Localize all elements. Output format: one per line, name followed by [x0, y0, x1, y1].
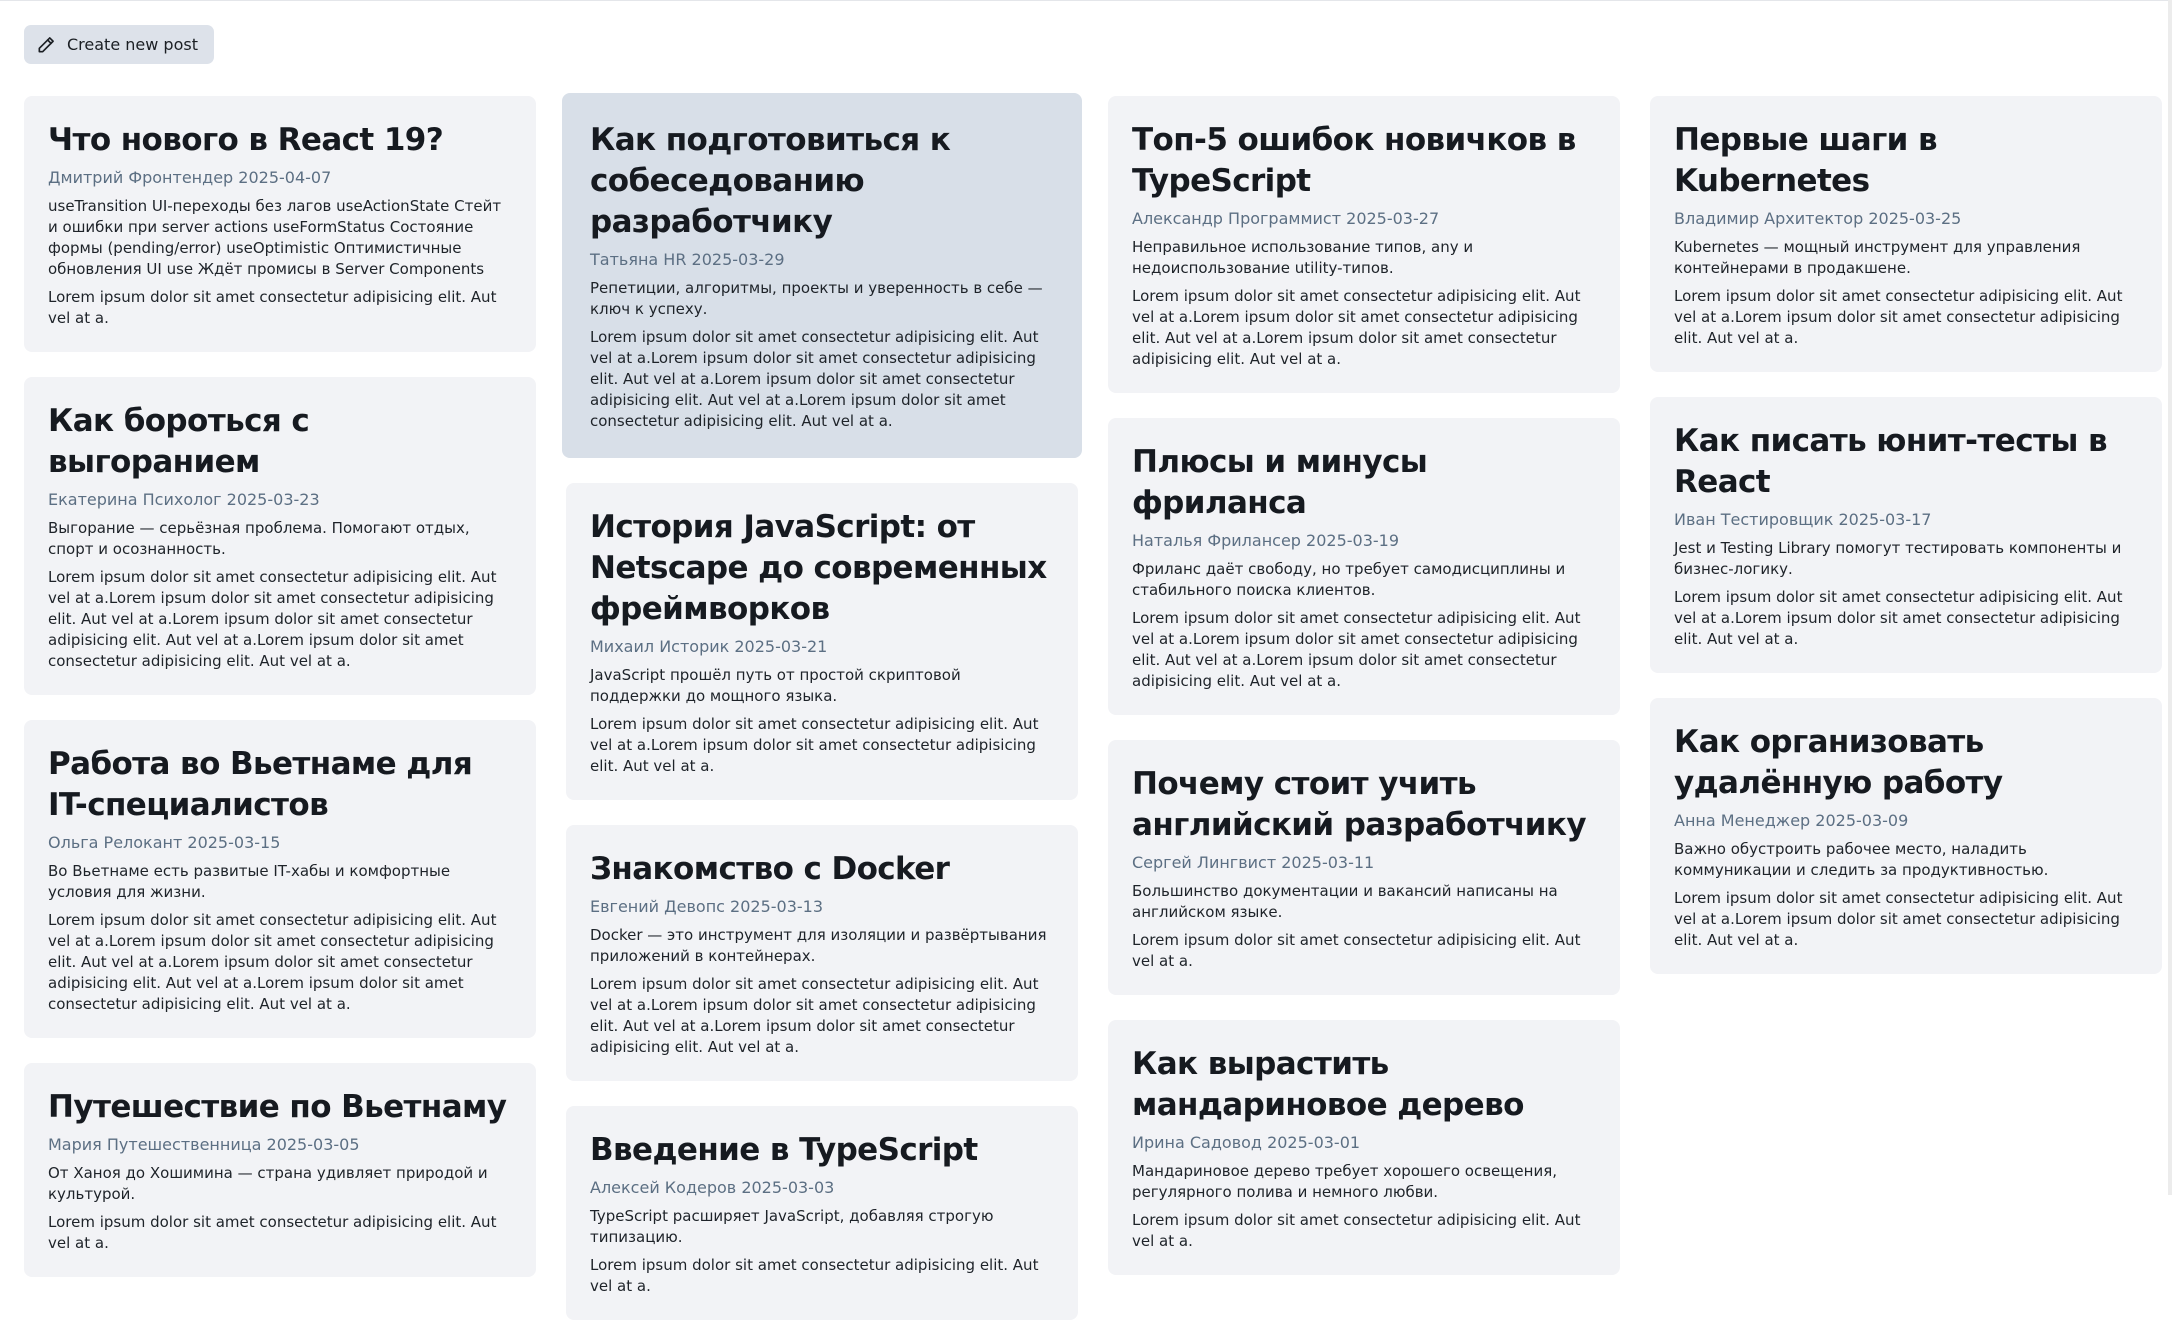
- post-title: История JavaScript: от Netscape до совре…: [590, 509, 1047, 627]
- post-card[interactable]: История JavaScript: от Netscape до совре…: [566, 483, 1078, 800]
- post-meta: Владимир Архитектор 2025-03-25: [1674, 209, 1962, 228]
- post-body: Lorem ipsum dolor sit amet consectetur a…: [48, 911, 497, 1013]
- post-summary: Docker — это инструмент для изоляции и р…: [590, 926, 1047, 965]
- posts-column: Что нового в React 19? Дмитрий Фронтенде…: [24, 96, 536, 1277]
- post-summary: От Ханоя до Хошимина — страна удивляет п…: [48, 1164, 488, 1203]
- post-card[interactable]: Первые шаги в Kubernetes Владимир Архите…: [1650, 96, 2162, 372]
- post-summary: Важно обустроить рабочее место, наладить…: [1674, 840, 2049, 879]
- post-summary: Большинство документации и вакансий напи…: [1132, 882, 1558, 921]
- post-title: Первые шаги в Kubernetes: [1674, 122, 1938, 199]
- post-title: Путешествие по Вьетнаму: [48, 1089, 507, 1125]
- post-card[interactable]: Плюсы и минусы фриланса Наталья Фрилансе…: [1108, 418, 1620, 715]
- post-title: Работа во Вьетнаме для IT-специалистов: [48, 746, 473, 823]
- post-body: Lorem ipsum dolor sit amet consectetur a…: [1132, 931, 1581, 970]
- posts-masonry: Что нового в React 19? Дмитрий Фронтенде…: [24, 93, 2162, 1320]
- post-summary: useTransition UI-переходы без лагов useA…: [48, 197, 502, 278]
- post-body: Lorem ipsum dolor sit amet consectetur a…: [1132, 609, 1581, 690]
- post-body: Lorem ipsum dolor sit amet consectetur a…: [1132, 287, 1581, 368]
- post-body: Lorem ipsum dolor sit amet consectetur a…: [590, 328, 1039, 430]
- post-title: Как подготовиться к собеседованию разраб…: [590, 122, 951, 240]
- post-meta: Ирина Садовод 2025-03-01: [1132, 1133, 1361, 1152]
- post-card[interactable]: Как организовать удалённую работу Анна М…: [1650, 698, 2162, 974]
- post-meta: Мария Путешественница 2025-03-05: [48, 1135, 360, 1154]
- post-card-hovered[interactable]: Как подготовиться к собеседованию разраб…: [562, 93, 1082, 458]
- post-meta: Алексей Кодеров 2025-03-03: [590, 1178, 835, 1197]
- post-meta: Сергей Лингвист 2025-03-11: [1132, 853, 1375, 872]
- post-body: Lorem ipsum dolor sit amet consectetur a…: [48, 1213, 497, 1252]
- post-summary: Мандариновое дерево требует хорошего осв…: [1132, 1162, 1557, 1201]
- post-body: Lorem ipsum dolor sit amet consectetur a…: [1674, 588, 2123, 648]
- vertical-scrollbar[interactable]: [2168, 0, 2172, 1195]
- post-title: Почему стоит учить английский разработчи…: [1132, 766, 1587, 843]
- create-post-label: Create new post: [67, 35, 198, 54]
- post-card[interactable]: Как писать юнит-тесты в React Иван Тести…: [1650, 397, 2162, 673]
- post-meta: Александр Программист 2025-03-27: [1132, 209, 1440, 228]
- post-card[interactable]: Как бороться с выгоранием Екатерина Псих…: [24, 377, 536, 695]
- post-summary: TypeScript расширяет JavaScript, добавля…: [590, 1207, 994, 1246]
- post-card[interactable]: Что нового в React 19? Дмитрий Фронтенде…: [24, 96, 536, 352]
- post-body: Lorem ipsum dolor sit amet consectetur a…: [1674, 889, 2123, 949]
- post-summary: Kubernetes — мощный инструмент для управ…: [1674, 238, 2081, 277]
- post-body: Lorem ipsum dolor sit amet consectetur a…: [590, 975, 1039, 1056]
- post-body: Lorem ipsum dolor sit amet consectetur a…: [48, 568, 497, 670]
- post-meta: Анна Менеджер 2025-03-09: [1674, 811, 1909, 830]
- post-meta: Екатерина Психолог 2025-03-23: [48, 490, 320, 509]
- top-divider: [0, 0, 2172, 1]
- post-meta: Ольга Релокант 2025-03-15: [48, 833, 281, 852]
- post-title: Как вырастить мандариновое дерево: [1132, 1046, 1524, 1123]
- post-body: Lorem ipsum dolor sit amet consectetur a…: [48, 288, 497, 327]
- post-title: Топ-5 ошибок новичков в TypeScript: [1132, 122, 1576, 199]
- post-title: Как бороться с выгоранием: [48, 403, 310, 480]
- post-summary: Jest и Testing Library помогут тестирова…: [1674, 539, 2122, 578]
- post-card[interactable]: Введение в TypeScript Алексей Кодеров 20…: [566, 1106, 1078, 1320]
- post-meta: Татьяна HR 2025-03-29: [590, 250, 785, 269]
- pencil-icon: [35, 34, 57, 56]
- post-summary: JavaScript прошёл путь от простой скрипт…: [590, 666, 961, 705]
- post-meta: Евгений Девопс 2025-03-13: [590, 897, 824, 916]
- posts-column: Топ-5 ошибок новичков в TypeScript Алекс…: [1108, 96, 1620, 1275]
- post-meta: Дмитрий Фронтендер 2025-04-07: [48, 168, 332, 187]
- post-body: Lorem ipsum dolor sit amet consectetur a…: [590, 1256, 1039, 1295]
- post-title: Знакомство с Docker: [590, 851, 950, 887]
- post-body: Lorem ipsum dolor sit amet consectetur a…: [1132, 1211, 1581, 1250]
- post-title: Введение в TypeScript: [590, 1132, 978, 1168]
- post-body: Lorem ipsum dolor sit amet consectetur a…: [590, 715, 1039, 775]
- post-summary: Репетиции, алгоритмы, проекты и уверенно…: [590, 279, 1043, 318]
- post-card[interactable]: Работа во Вьетнаме для IT-специалистов О…: [24, 720, 536, 1038]
- post-meta: Иван Тестировщик 2025-03-17: [1674, 510, 1932, 529]
- post-summary: Выгорание — серьёзная проблема. Помогают…: [48, 519, 470, 558]
- posts-column: Первые шаги в Kubernetes Владимир Архите…: [1650, 96, 2162, 974]
- post-summary: Фриланс даёт свободу, но требует самодис…: [1132, 560, 1566, 599]
- post-meta: Наталья Фрилансер 2025-03-19: [1132, 531, 1400, 550]
- post-card[interactable]: Знакомство с Docker Евгений Девопс 2025-…: [566, 825, 1078, 1081]
- post-meta: Михаил Историк 2025-03-21: [590, 637, 828, 656]
- post-card[interactable]: Почему стоит учить английский разработчи…: [1108, 740, 1620, 995]
- post-card[interactable]: Путешествие по Вьетнаму Мария Путешестве…: [24, 1063, 536, 1277]
- create-post-button[interactable]: Create new post: [24, 25, 214, 64]
- posts-column: Как подготовиться к собеседованию разраб…: [562, 93, 1082, 1320]
- post-title: Как организовать удалённую работу: [1674, 724, 2003, 801]
- post-title: Плюсы и минусы фриланса: [1132, 444, 1428, 521]
- post-body: Lorem ipsum dolor sit amet consectetur a…: [1674, 287, 2123, 347]
- post-summary: Во Вьетнаме есть развитые IT-хабы и комф…: [48, 862, 451, 901]
- post-summary: Неправильное использование типов, any и …: [1132, 238, 1474, 277]
- post-title: Что нового в React 19?: [48, 122, 444, 158]
- post-title: Как писать юнит-тесты в React: [1674, 423, 2108, 500]
- post-card[interactable]: Топ-5 ошибок новичков в TypeScript Алекс…: [1108, 96, 1620, 393]
- post-card[interactable]: Как вырастить мандариновое дерево Ирина …: [1108, 1020, 1620, 1275]
